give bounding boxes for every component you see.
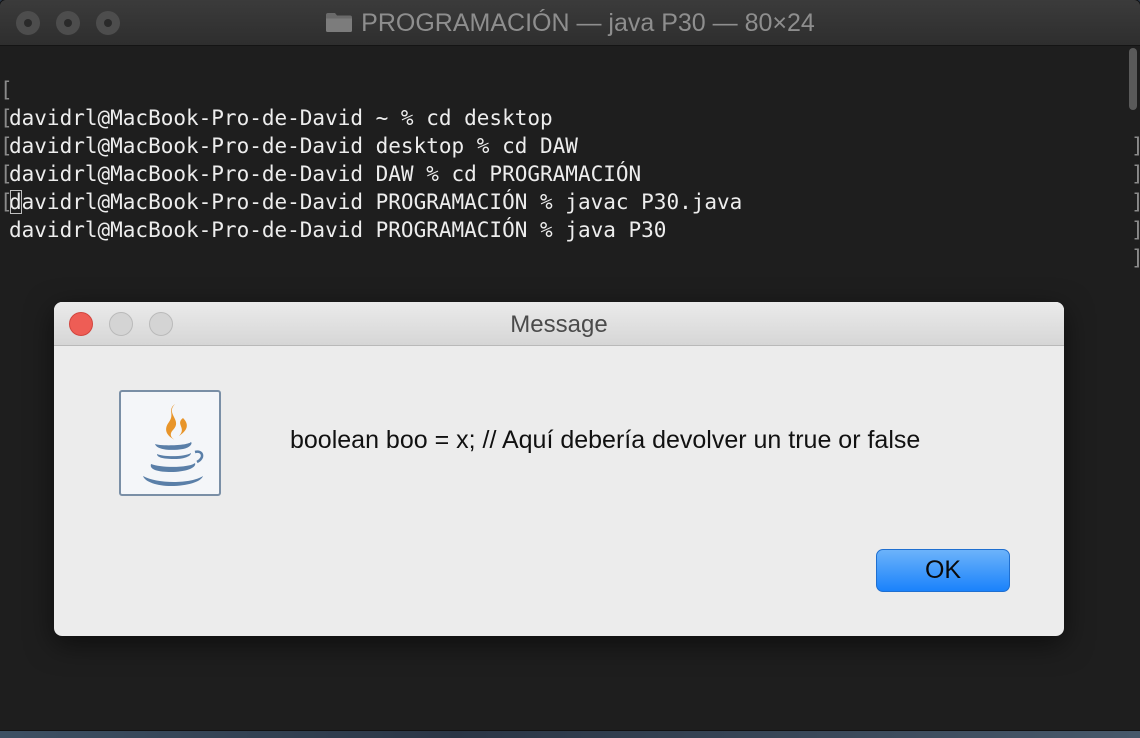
terminal-titlebar[interactable]: PROGRAMACIÓN — java P30 — 80×24	[0, 0, 1140, 46]
java-icon	[119, 390, 221, 496]
terminal-title-text: PROGRAMACIÓN — java P30 — 80×24	[361, 9, 815, 37]
message-dialog[interactable]: Message boolean boo = x; // Aquí debería…	[54, 302, 1064, 636]
terminal-line: [ davidrl@MacBook-Pro-de-David desktop %…	[0, 76, 1140, 186]
line-right-bracket: ]	[1131, 244, 1140, 272]
terminal-scrollbar[interactable]	[1129, 48, 1137, 110]
terminal-line: [ davidrl@MacBook-Pro-de-David PROGRAMAC…	[0, 132, 1140, 242]
terminal-title: PROGRAMACIÓN — java P30 — 80×24	[0, 8, 1140, 38]
line-right-bracket: ]	[1131, 216, 1140, 244]
terminal-line: [ davidrl@MacBook-Pro-de-David ~ % cd de…	[0, 48, 1140, 158]
dialog-titlebar[interactable]: Message	[54, 302, 1064, 346]
folder-icon	[325, 10, 353, 32]
terminal-line-text: davidrl@MacBook-Pro-de-David PROGRAMACIÓ…	[9, 190, 743, 214]
dialog-title: Message	[510, 311, 608, 338]
ok-button[interactable]: OK	[876, 549, 1010, 592]
terminal-line-text: davidrl@MacBook-Pro-de-David PROGRAMACIÓ…	[9, 218, 667, 242]
terminal-cursor	[10, 190, 22, 214]
dialog-message: boolean boo = x; // Aquí debería devolve…	[290, 426, 921, 454]
terminal-line: [ davidrl@MacBook-Pro-de-David PROGRAMAC…	[0, 160, 1140, 270]
terminal-line: [ davidrl@MacBook-Pro-de-David DAW % cd …	[0, 104, 1140, 214]
line-right-bracket: ]	[1131, 188, 1140, 216]
